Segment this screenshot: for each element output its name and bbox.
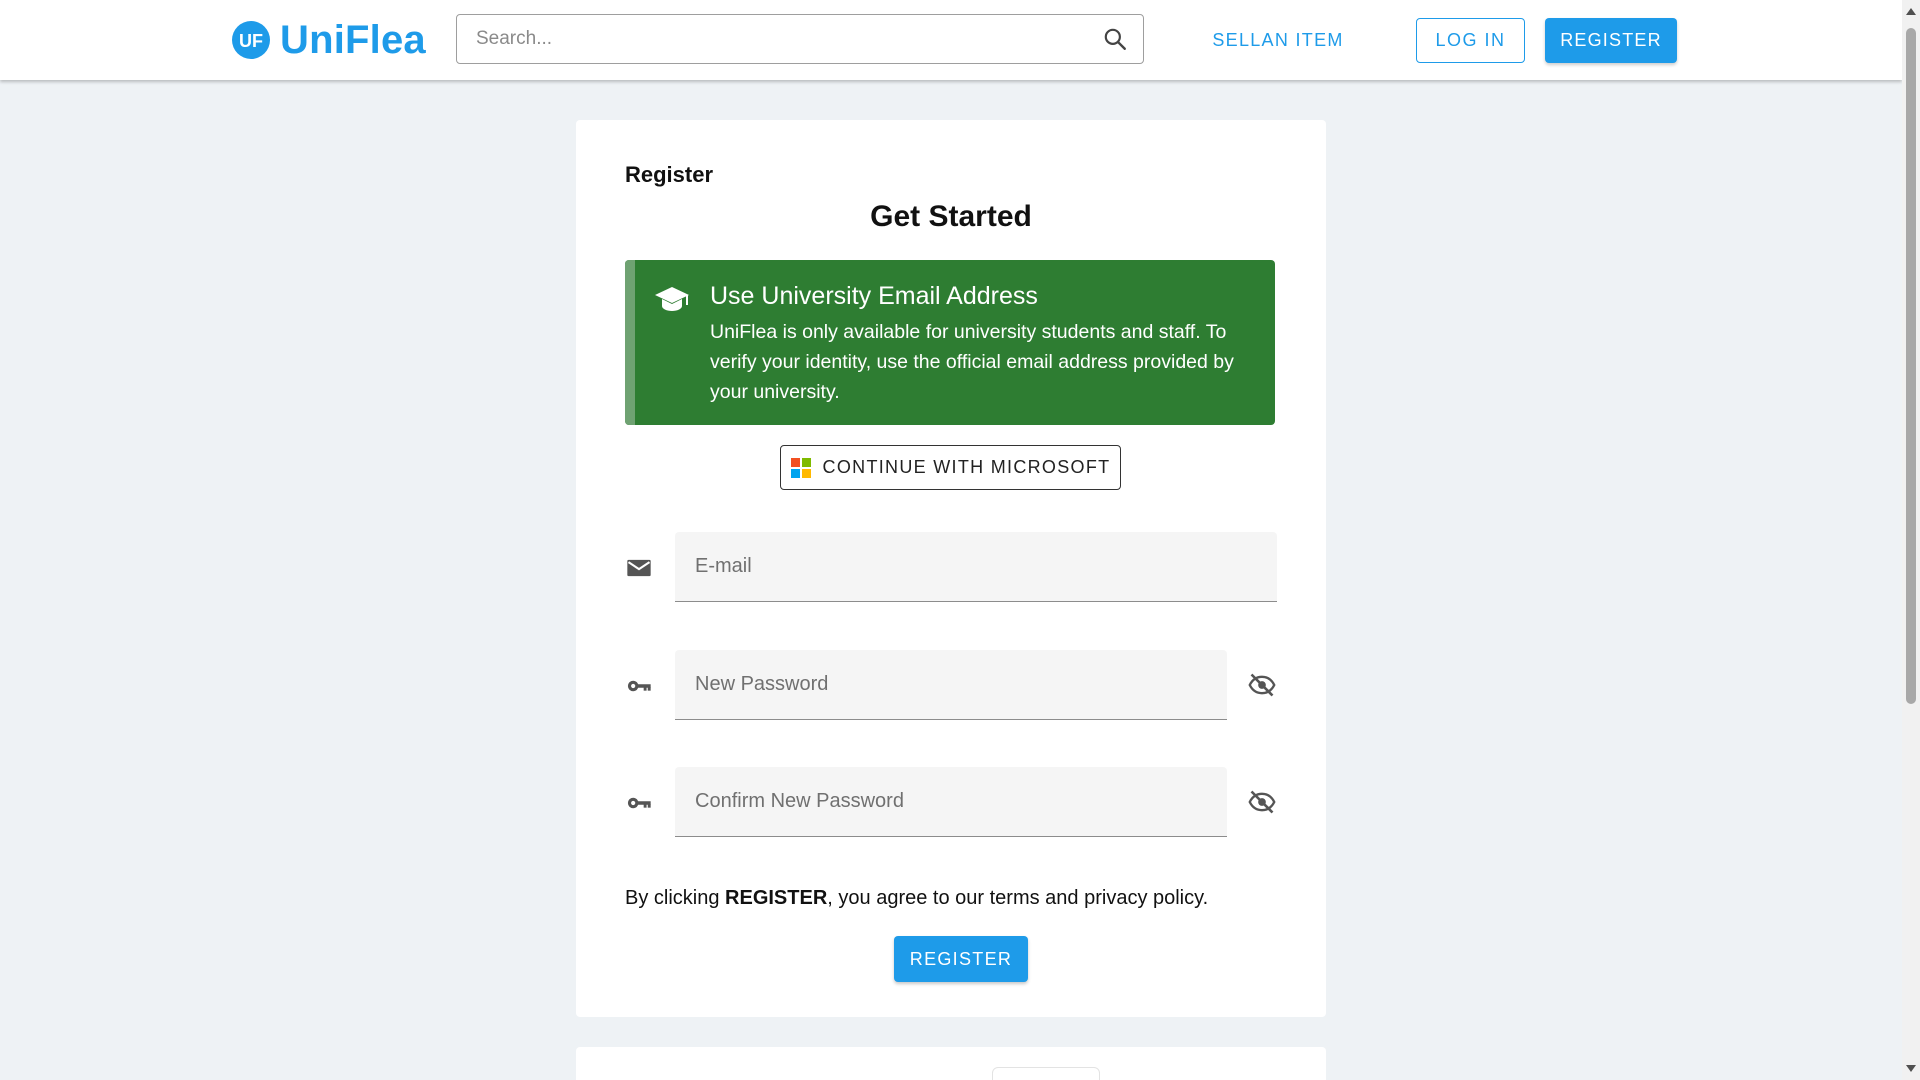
search-button[interactable] [1087, 15, 1143, 63]
login-button[interactable]: LOG IN [1416, 18, 1525, 63]
university-email-alert: Use University Email Address UniFlea is … [625, 260, 1275, 425]
graduation-cap-icon [654, 284, 690, 319]
confirm-password-field [675, 767, 1227, 837]
search-bar [456, 14, 1144, 64]
scroll-down-arrow-icon[interactable] [1906, 1065, 1916, 1072]
terms-suffix: , you agree to our terms and privacy pol… [827, 887, 1209, 909]
page-scrollbar[interactable] [1902, 0, 1920, 1080]
alert-accent-bar [625, 260, 635, 425]
new-password-field [675, 650, 1227, 720]
alert-title: Use University Email Address [710, 282, 1038, 310]
confirm-password-input[interactable] [675, 767, 1227, 836]
mail-icon [625, 554, 653, 582]
terms-prefix: By clicking [625, 887, 726, 909]
secondary-card-chip [992, 1067, 1100, 1080]
key-icon [625, 789, 653, 817]
uniflea-logo-icon: UF [232, 21, 270, 59]
continue-with-microsoft-button[interactable]: CONTINUE WITH MICROSOFT [780, 445, 1121, 490]
register-card: Register Get Started Use University Emai… [576, 120, 1326, 1017]
card-title: Register [625, 162, 714, 187]
alert-body: UniFlea is only available for university… [710, 321, 1234, 403]
secondary-card [576, 1047, 1326, 1080]
terms-emphasis: REGISTER [725, 887, 828, 909]
confirm-password-row [625, 767, 1277, 837]
visibility-off-icon[interactable] [1247, 788, 1277, 816]
microsoft-button-label: CONTINUE WITH MICROSOFT [822, 457, 1111, 477]
brand-logo-link[interactable]: UF UniFlea [232, 14, 426, 66]
visibility-off-icon[interactable] [1247, 671, 1277, 699]
sell-item-link[interactable]: SELLAN ITEM [1198, 18, 1358, 62]
new-password-input[interactable] [675, 650, 1227, 719]
top-app-bar: UF UniFlea SELLAN ITEM LOG IN REGISTER [0, 0, 1902, 80]
key-icon [625, 672, 653, 700]
email-input[interactable] [675, 532, 1277, 601]
email-field [675, 532, 1277, 602]
scroll-thumb[interactable] [1906, 28, 1916, 704]
terms-text: By clicking REGISTER, you agree to our t… [625, 887, 1208, 910]
microsoft-logo-icon [790, 457, 811, 478]
search-icon [1104, 28, 1126, 50]
register-submit-button[interactable]: REGISTER [894, 936, 1028, 982]
header-register-button[interactable]: REGISTER [1545, 18, 1677, 63]
new-password-row [625, 650, 1277, 720]
search-input[interactable] [457, 15, 1087, 63]
brand-name: UniFlea [280, 17, 426, 62]
logo-mark-text: UF [239, 31, 263, 51]
card-heading: Get Started [870, 200, 1032, 233]
scroll-up-arrow-icon[interactable] [1906, 8, 1916, 15]
email-row [625, 532, 1277, 602]
